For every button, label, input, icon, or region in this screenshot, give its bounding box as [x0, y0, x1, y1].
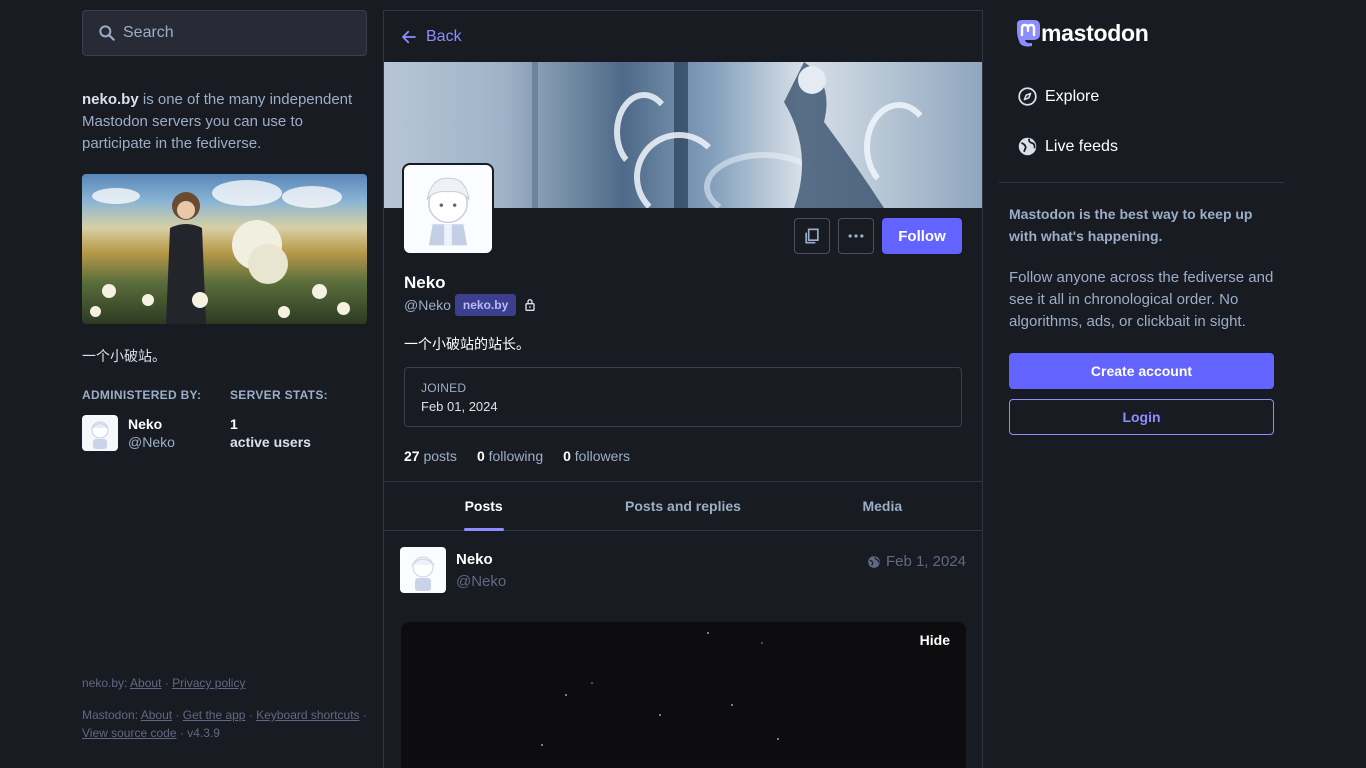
admin-avatar[interactable]	[82, 415, 118, 451]
active-users-count: 1	[230, 416, 238, 432]
ellipsis-icon	[848, 234, 864, 238]
profile-tabs: Posts Posts and replies Media	[384, 481, 982, 531]
footer-links: neko.by: About · Privacy policy Mastodon…	[82, 674, 367, 756]
nav-live-feeds[interactable]: Live feeds	[1017, 136, 1118, 157]
keyboard-shortcuts-link[interactable]: Keyboard shortcuts	[256, 708, 359, 722]
lock-icon[interactable]	[522, 297, 538, 313]
followers-count: 0	[563, 448, 571, 464]
post-author-acct: @Neko	[456, 573, 507, 590]
copy-icon	[805, 228, 819, 244]
following-count-link[interactable]: 0 following	[477, 448, 543, 464]
server-about-link[interactable]: About	[130, 676, 161, 690]
nav-explore[interactable]: Explore	[1017, 86, 1099, 107]
admin-name: Neko	[128, 416, 163, 432]
admin-acct: @Neko	[128, 434, 175, 450]
footer-separator: ·	[179, 726, 184, 740]
joined-date: Feb 01, 2024	[421, 399, 498, 414]
profile-handle: @Neko	[404, 297, 451, 313]
post-date: Feb 1, 2024	[885, 553, 966, 570]
profile-display-name: Neko	[404, 273, 446, 292]
arrow-left-icon	[402, 30, 416, 43]
mastodon-about-link[interactable]: About	[141, 708, 172, 722]
footer-mastodon-prefix: Mastodon:	[82, 708, 139, 722]
server-hero-image	[82, 174, 367, 324]
stats-title: SERVER STATS:	[230, 388, 328, 402]
admin-section: ADMINISTERED BY: Neko @Neko	[82, 388, 230, 451]
posts-count-link[interactable]: 27 posts	[404, 448, 457, 464]
post-author-name[interactable]: Neko	[456, 551, 493, 568]
admin-stats: ADMINISTERED BY: Neko @Neko SERVER STATS…	[82, 388, 367, 451]
nav-live-feeds-label: Live feeds	[1045, 137, 1118, 155]
profile-actions: Follow	[794, 218, 962, 254]
create-account-button[interactable]: Create account	[1009, 353, 1274, 389]
privacy-policy-link[interactable]: Privacy policy	[172, 676, 245, 690]
copy-link-button[interactable]	[794, 218, 830, 254]
hide-media-button[interactable]: Hide	[920, 632, 950, 648]
left-column: neko.by is one of the many independent M…	[82, 10, 367, 451]
posts-label: posts	[423, 448, 457, 464]
signup-pitch-headline: Mastodon is the best way to keep up with…	[1009, 206, 1253, 244]
login-button[interactable]: Login	[1009, 399, 1274, 435]
admin-title: ADMINISTERED BY:	[82, 388, 202, 402]
stats-section: SERVER STATS: 1 active users	[230, 388, 367, 451]
status-post[interactable]: Neko @Neko Feb 1, 2024 Hide	[384, 532, 982, 768]
post-avatar[interactable]	[400, 547, 446, 593]
compass-icon	[1018, 87, 1037, 106]
followers-label: followers	[574, 448, 631, 464]
footer-separator: ·	[175, 708, 180, 722]
footer-separator: ·	[164, 676, 169, 690]
profile-counts: 27 posts 0 following 0 followers	[404, 448, 630, 464]
tab-posts-and-replies[interactable]: Posts and replies	[583, 482, 782, 530]
view-source-link[interactable]: View source code	[82, 726, 177, 740]
footer-separator: ·	[362, 708, 367, 722]
active-users-label: active users	[230, 434, 311, 450]
profile-column: Back Follow Neko @Neko neko.by 一个小破站的站长。…	[383, 10, 983, 768]
search-icon	[99, 25, 115, 41]
globe-icon	[1018, 137, 1037, 156]
tab-posts[interactable]: Posts	[384, 482, 583, 530]
profile-account: @Neko neko.by	[404, 294, 538, 316]
tab-media[interactable]: Media	[783, 482, 982, 530]
back-button[interactable]: Back	[384, 11, 982, 62]
version-label: v4.3.9	[187, 726, 220, 740]
footer-server-prefix: neko.by:	[82, 676, 128, 690]
footer-separator: ·	[248, 708, 253, 722]
mastodon-logo-icon	[1017, 20, 1040, 47]
signup-pitch-body: Follow anyone across the fediverse and s…	[1009, 269, 1274, 330]
server-description: neko.by is one of the many independent M…	[82, 89, 367, 155]
search-input[interactable]	[123, 24, 343, 42]
media-attachment[interactable]: Hide	[401, 622, 966, 768]
mastodon-logo[interactable]: mastodon	[1013, 18, 1149, 48]
nav-explore-label: Explore	[1045, 87, 1100, 105]
following-label: following	[488, 448, 544, 464]
joined-field: JOINED Feb 01, 2024	[404, 367, 962, 427]
globe-icon	[868, 555, 880, 568]
server-domain: neko.by	[82, 91, 139, 108]
back-label: Back	[426, 27, 462, 45]
more-options-button[interactable]	[838, 218, 874, 254]
admin-account[interactable]: Neko @Neko	[82, 415, 230, 451]
get-the-app-link[interactable]: Get the app	[183, 708, 246, 722]
domain-badge[interactable]: neko.by	[454, 294, 517, 316]
follow-button[interactable]: Follow	[882, 218, 962, 254]
server-short-description: 一个小破站。	[82, 348, 166, 364]
sidebar-divider	[999, 182, 1284, 183]
profile-bio: 一个小破站的站长。	[404, 336, 530, 352]
followers-count-link[interactable]: 0 followers	[563, 448, 630, 464]
mastodon-logo-text: mastodon	[1041, 19, 1149, 46]
search-box[interactable]	[82, 10, 367, 56]
profile-avatar[interactable]	[402, 163, 494, 255]
following-count: 0	[476, 448, 485, 464]
joined-label: JOINED	[421, 381, 467, 395]
post-timestamp[interactable]: Feb 1, 2024	[867, 553, 966, 570]
posts-count: 27	[404, 448, 420, 464]
